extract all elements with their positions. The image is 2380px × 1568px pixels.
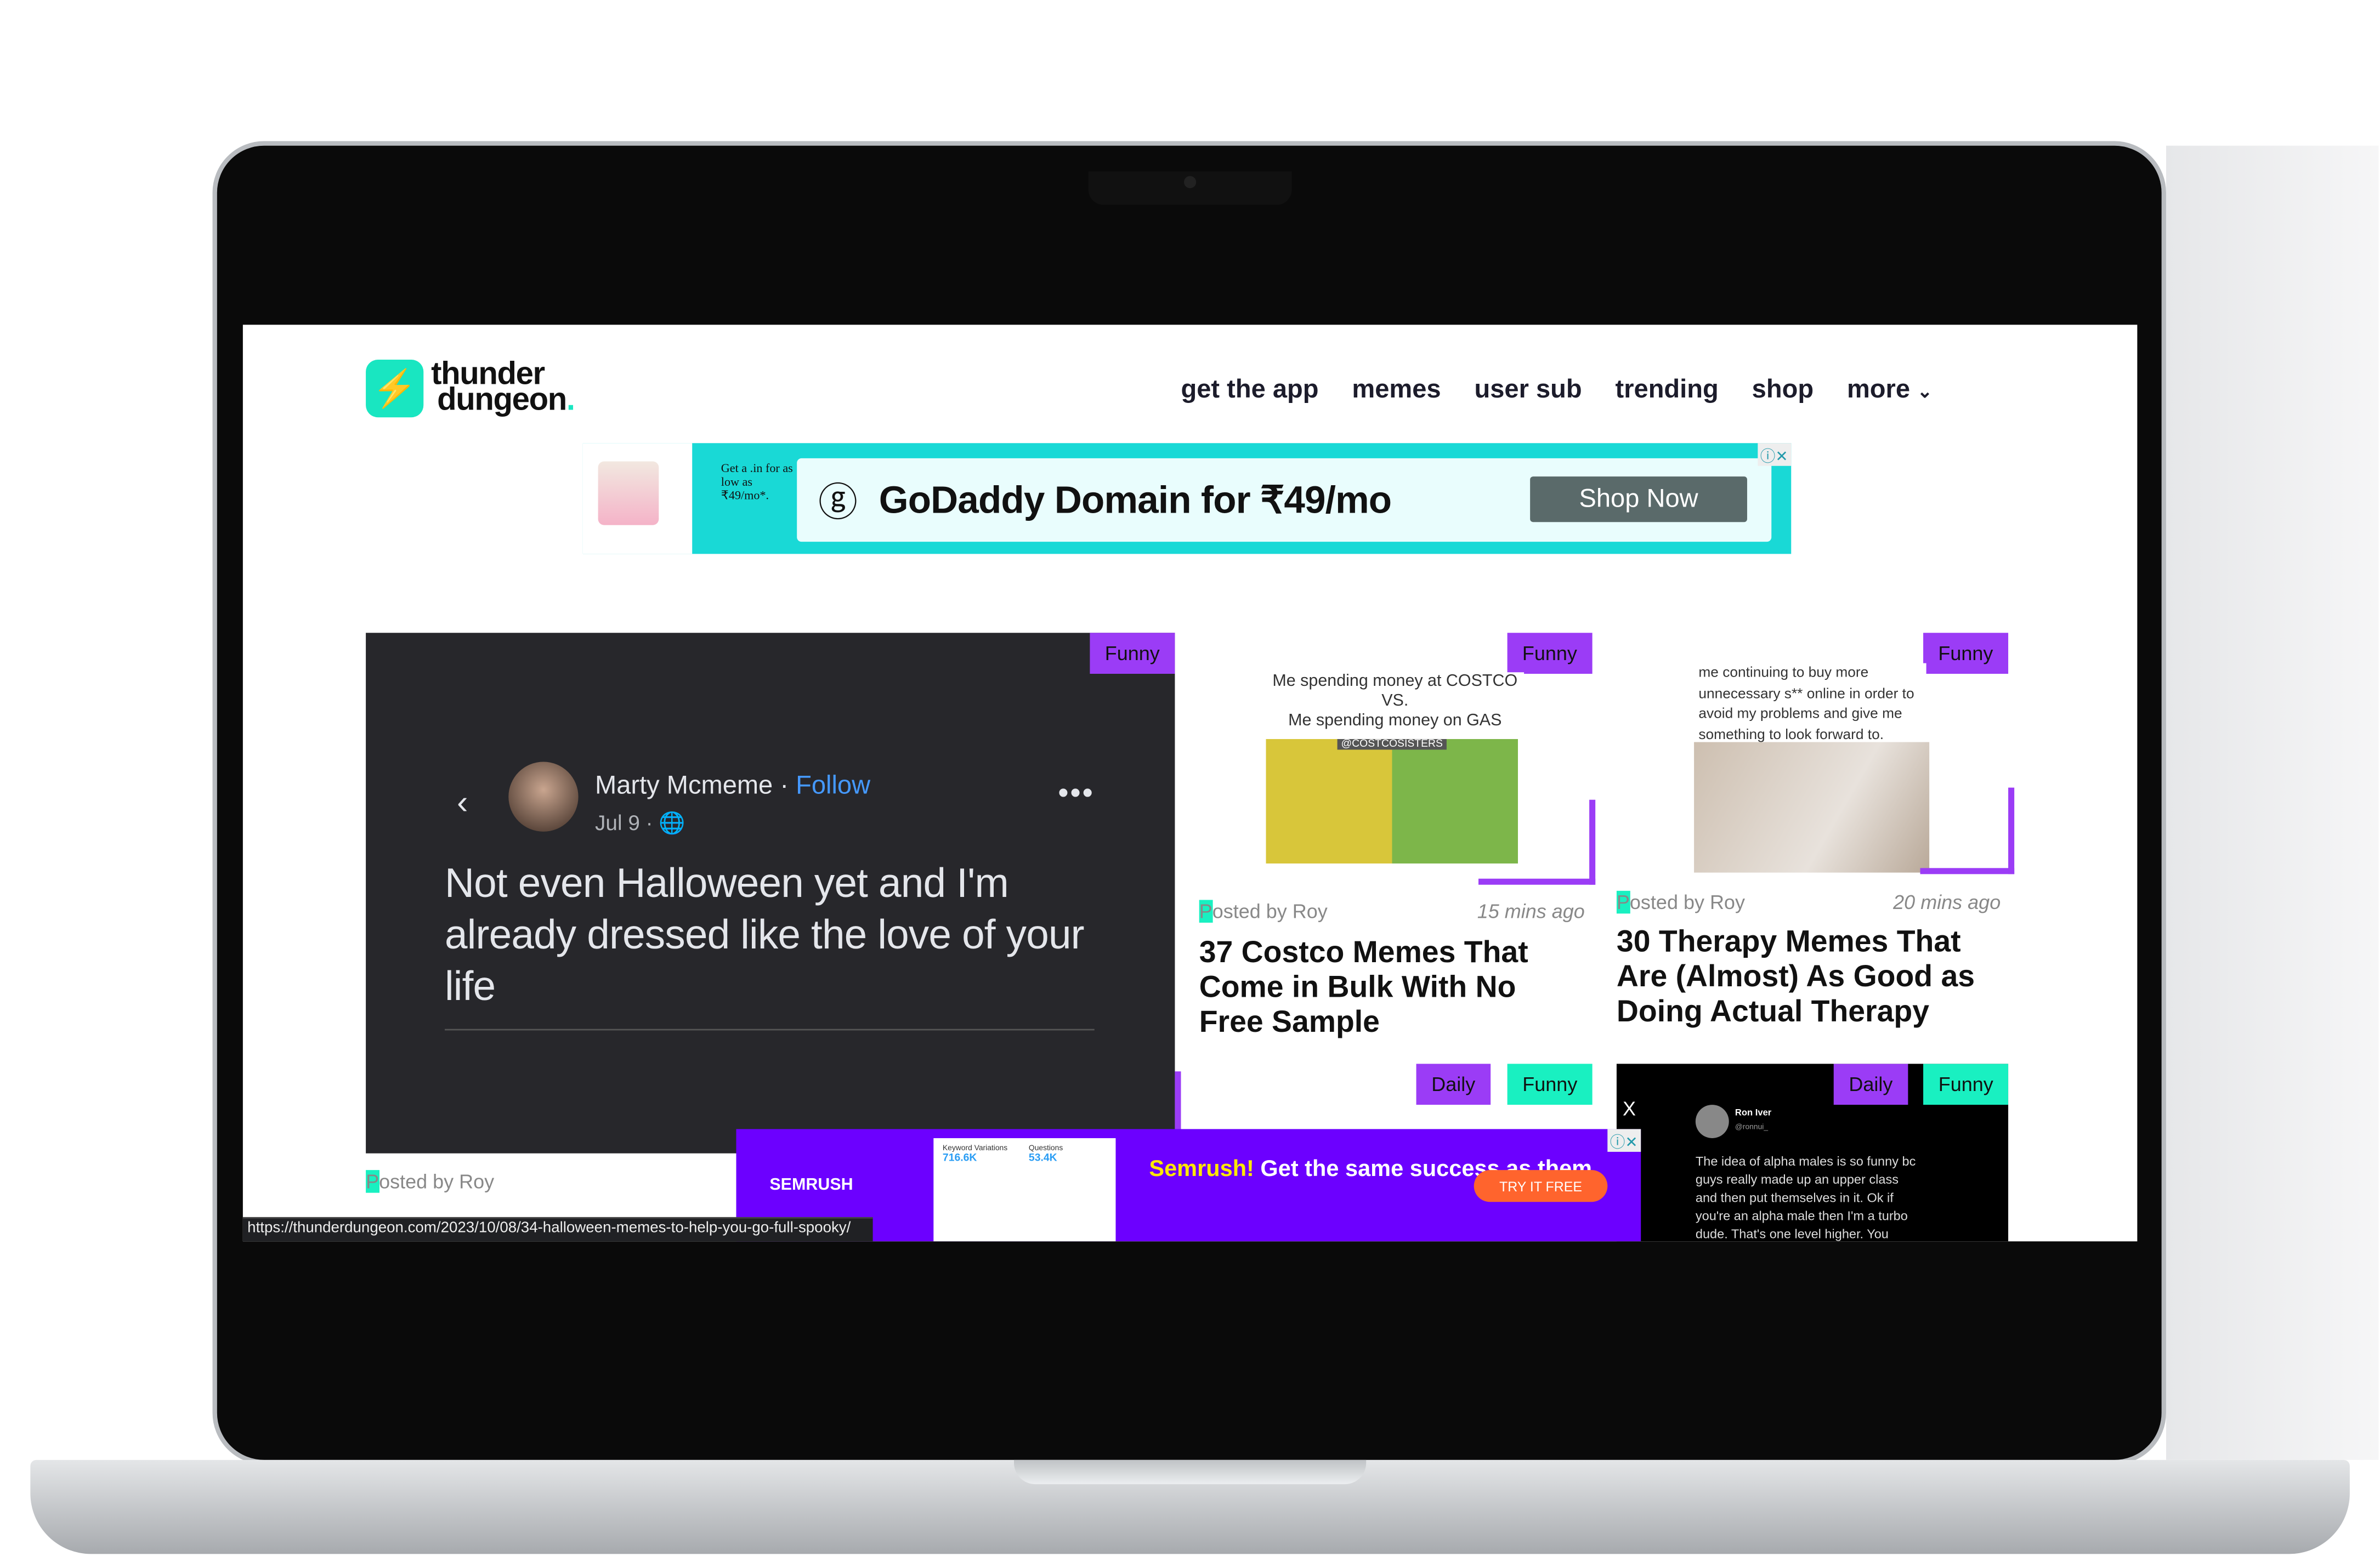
meme-caption: me continuing to buy more unnecessary s*… — [1698, 663, 1926, 746]
posted-by: Posted by Roy — [1199, 900, 1328, 923]
browser-page: ⚡ thunder dungeon. get the app memes use… — [242, 325, 2138, 1242]
close-icon[interactable]: X — [1623, 1097, 1636, 1120]
follow-link: Follow — [796, 771, 871, 800]
tweet-card[interactable]: X Ron Iver @ronnui_ The idea of alpha ma… — [1616, 1064, 2009, 1242]
ad-person-image — [598, 461, 659, 525]
category-badge[interactable]: Funny — [1090, 633, 1175, 674]
ad-val1: 716.6K — [942, 1153, 977, 1164]
background-shadow — [2166, 145, 2379, 1460]
nav-user-sub[interactable]: user sub — [1475, 375, 1582, 405]
funny-badge[interactable]: Funny — [1507, 1064, 1593, 1105]
ad-close-icon[interactable]: ⓘ✕ — [1757, 443, 1792, 466]
ad-thumbnail — [582, 443, 693, 554]
camera-icon — [1184, 176, 1197, 189]
posted-by: Posted by Roy — [1616, 890, 1745, 914]
ad-mini-text: Get a .in for as low as ₹49/mo*. — [721, 461, 793, 503]
article-card[interactable]: Funny Me spending money at COSTCO VS. Me… — [1199, 633, 1596, 1058]
posted-by-text: osted by Roy — [379, 1170, 495, 1193]
laptop-base-notch — [1014, 1459, 1367, 1485]
corner-accent — [1920, 787, 2015, 874]
ad-brand: Semrush! — [1149, 1156, 1254, 1183]
article-title[interactable]: 30 Therapy Memes That Are (Almost) As Go… — [1617, 925, 2011, 1030]
funny-badge[interactable]: Funny — [1923, 1064, 2009, 1105]
avatar — [508, 762, 579, 832]
godaddy-ad[interactable]: Get a .in for as low as ₹49/mo*. ⓖ GoDad… — [582, 443, 1792, 554]
back-arrow-icon: ‹ — [457, 783, 468, 821]
main-nav: get the app memes user sub trending shop… — [1181, 375, 1933, 405]
logo-dot: . — [566, 382, 575, 418]
try-it-free-button[interactable]: TRY IT FREE — [1474, 1170, 1608, 1202]
nav-trending[interactable]: trending — [1616, 375, 1719, 405]
nav-get-the-app[interactable]: get the app — [1181, 375, 1319, 405]
status-bar-url: https://thunderdungeon.com/2023/10/08/34… — [242, 1217, 873, 1242]
chevron-down-icon: ⌄ — [1917, 380, 1933, 402]
feature-card[interactable]: Funny ‹ Marty Mcmeme · Follow Jul 9 · 🌐 … — [366, 633, 1175, 1154]
accent-bar — [1175, 1071, 1181, 1132]
ad-val2: 53.4K — [1028, 1153, 1057, 1164]
tweet-text: The idea of alpha males is so funny bc g… — [1695, 1153, 1916, 1242]
tweet-handle: @ronnui_ — [1735, 1123, 1769, 1132]
meme-image — [1694, 742, 1930, 873]
daily-badge[interactable]: Daily — [1833, 1064, 1908, 1105]
ad-headline: GoDaddy Domain for ₹49/mo — [879, 479, 1392, 521]
nav-memes[interactable]: memes — [1352, 375, 1441, 405]
tweet-author: Ron Iver — [1735, 1109, 1772, 1119]
article-title[interactable]: 37 Costco Memes That Come in Bulk With N… — [1199, 936, 1579, 1041]
post-text: Not even Halloween yet and I'm already d… — [445, 860, 1085, 1009]
logo-line2: dungeon — [437, 382, 567, 418]
ad-dashboard-image: Keyword Variations 716.6K Questions 53.4K — [933, 1138, 1116, 1242]
article-card[interactable]: Funny me continuing to buy more unnecess… — [1616, 633, 2015, 1058]
category-badge[interactable]: Funny — [1507, 633, 1593, 674]
avatar — [1695, 1105, 1729, 1138]
ad-col2: Questions — [1028, 1144, 1063, 1154]
ad-close-icon[interactable]: ⓘ✕ — [1607, 1129, 1641, 1152]
time-ago: 15 mins ago — [1477, 900, 1585, 923]
time-ago: 20 mins ago — [1893, 890, 2001, 914]
more-dots-icon: ••• — [1058, 777, 1095, 811]
nav-shop[interactable]: shop — [1752, 375, 1814, 405]
nav-more-label: more — [1846, 374, 1911, 404]
meme-caption: Me spending money at COSTCO VS. Me spend… — [1266, 672, 1525, 732]
divider — [445, 1029, 1095, 1031]
laptop-mockup: ⚡ thunder dungeon. get the app memes use… — [0, 0, 2380, 1567]
site-logo[interactable]: thunder dungeon. — [431, 358, 575, 416]
nav-more[interactable]: more ⌄ — [1847, 375, 1933, 405]
semrush-logo: SEMRUSH — [769, 1176, 853, 1195]
feature-posted-by: Posted by Roy — [366, 1170, 495, 1193]
post-date: Jul 9 · 🌐 — [595, 810, 685, 835]
corner-accent — [1478, 799, 1596, 885]
shop-now-button[interactable]: Shop Now — [1530, 476, 1747, 522]
ad-col1: Keyword Variations — [942, 1144, 1008, 1154]
godaddy-logo-icon: ⓖ — [818, 479, 858, 525]
posted-by-text: osted by Roy — [1629, 890, 1745, 914]
meme-tag: @COSTCOSISTERS — [1338, 739, 1446, 750]
lightning-logo-icon[interactable]: ⚡ — [366, 360, 424, 418]
category-badge[interactable]: Funny — [1923, 633, 2009, 674]
post-author: Marty Mcmeme — [595, 771, 773, 800]
daily-badge[interactable]: Daily — [1416, 1064, 1491, 1105]
posted-by-text: osted by Roy — [1212, 900, 1328, 923]
ad-panel: ⓖ GoDaddy Domain for ₹49/mo Shop Now — [797, 458, 1772, 542]
